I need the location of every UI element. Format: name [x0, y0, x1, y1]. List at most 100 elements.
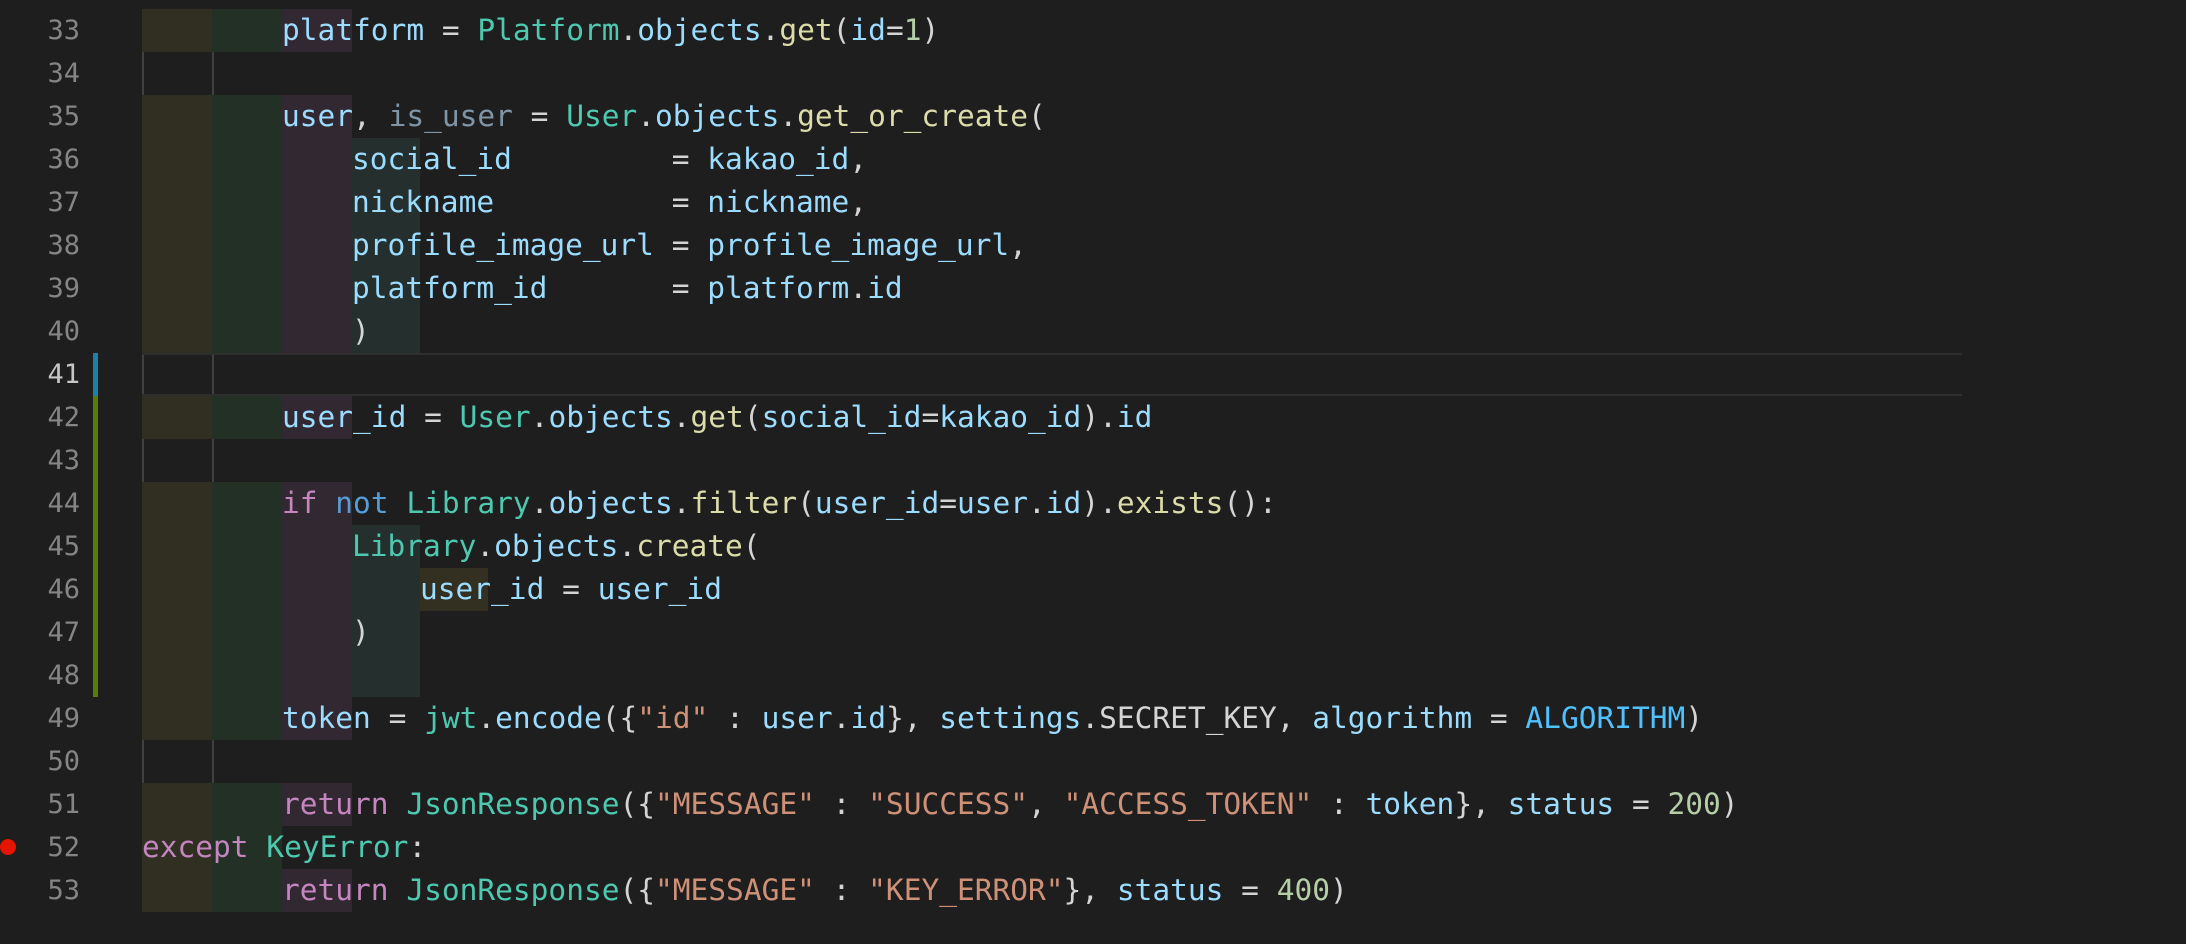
code-token: =	[544, 572, 598, 606]
code-line[interactable]: 41	[0, 353, 2186, 396]
line-number[interactable]: 49	[0, 697, 80, 740]
added-line-marker[interactable]	[93, 482, 98, 525]
code-line[interactable]: 53 return JsonResponse({"MESSAGE" : "KEY_…	[0, 869, 2186, 912]
code-token: algorithm	[1312, 701, 1473, 735]
line-number[interactable]: 50	[0, 740, 80, 783]
code-token: objects	[548, 486, 673, 520]
line-number[interactable]: 37	[0, 181, 80, 224]
line-number[interactable]: 47	[0, 611, 80, 654]
code-text[interactable]: )	[352, 611, 370, 654]
added-line-marker[interactable]	[93, 525, 98, 568]
code-line[interactable]: 34	[0, 52, 2186, 95]
line-number[interactable]: 38	[0, 224, 80, 267]
code-line[interactable]: 33 platform = Platform.objects.get(id=1)	[0, 9, 2186, 52]
code-token: =	[547, 271, 708, 305]
code-text[interactable]: except KeyError:	[142, 826, 426, 869]
line-number[interactable]: 48	[0, 654, 80, 697]
code-line[interactable]: 49 token = jwt.encode({"id" : user.id}, s…	[0, 697, 2186, 740]
code-line[interactable]: 50	[0, 740, 2186, 783]
code-line[interactable]: 36 social_id = kakao_id,	[0, 138, 2186, 181]
line-number[interactable]: 53	[0, 869, 80, 912]
line-number[interactable]: 42	[0, 396, 80, 439]
indent-highlight	[142, 267, 212, 310]
code-token: =	[424, 13, 478, 47]
line-number[interactable]: 35	[0, 95, 80, 138]
code-token: platform_id	[352, 271, 548, 305]
code-text[interactable]: token = jwt.encode({"id" : user.id}, set…	[282, 697, 1703, 740]
indent-highlight	[282, 181, 352, 224]
code-token: 1	[903, 13, 922, 47]
code-text[interactable]: return JsonResponse({"MESSAGE" : "SUCCES…	[282, 783, 1739, 826]
code-line[interactable]: 45 Library.objects.create(	[0, 525, 2186, 568]
modified-line-marker[interactable]	[93, 353, 98, 396]
code-text[interactable]: profile_image_url = profile_image_url,	[352, 224, 1027, 267]
code-token: ,	[1028, 787, 1064, 821]
code-text[interactable]: return JsonResponse({"MESSAGE" : "KEY_ER…	[282, 869, 1348, 912]
code-line[interactable]: 48	[0, 654, 2186, 697]
code-token: nickname	[352, 185, 495, 219]
code-token: encode	[495, 701, 602, 735]
code-line[interactable]: 42 user_id = User.objects.get(social_id=k…	[0, 396, 2186, 439]
code-line[interactable]: 35 user, is_user = User.objects.get_or_cr…	[0, 95, 2186, 138]
code-token: :	[1312, 787, 1366, 821]
indent-highlight	[352, 654, 420, 697]
code-text[interactable]: user_id = user_id	[420, 568, 722, 611]
code-token: (	[1028, 99, 1046, 133]
added-line-marker[interactable]	[93, 654, 98, 697]
code-text[interactable]: )	[352, 310, 370, 353]
code-token: jwt	[424, 701, 478, 735]
line-number[interactable]: 33	[0, 9, 80, 52]
code-token: =	[370, 701, 425, 735]
indent-highlight	[212, 95, 282, 138]
code-text[interactable]: user_id = User.objects.get(social_id=kak…	[282, 396, 1152, 439]
code-line[interactable]: 40)	[0, 310, 2186, 353]
code-token: id	[850, 701, 886, 735]
code-line[interactable]: 52 except KeyError:	[0, 826, 2186, 869]
code-token: },	[1454, 787, 1508, 821]
code-text[interactable]: user, is_user = User.objects.get_or_crea…	[282, 95, 1046, 138]
line-number[interactable]: 34	[0, 52, 80, 95]
line-number[interactable]: 45	[0, 525, 80, 568]
line-number[interactable]: 46	[0, 568, 80, 611]
line-number[interactable]: 39	[0, 267, 80, 310]
code-token: status	[1507, 787, 1615, 821]
code-token: filter	[690, 486, 798, 520]
code-token: ({	[601, 701, 638, 735]
code-line[interactable]: 47)	[0, 611, 2186, 654]
added-line-marker[interactable]	[93, 611, 98, 654]
line-number[interactable]: 36	[0, 138, 80, 181]
line-number[interactable]: 51	[0, 783, 80, 826]
code-text[interactable]: platform = Platform.objects.get(id=1)	[282, 9, 939, 52]
indent-highlight	[212, 482, 282, 525]
code-line[interactable]: 43	[0, 439, 2186, 482]
code-line[interactable]: 46 user_id = user_id	[0, 568, 2186, 611]
line-number[interactable]: 40	[0, 310, 80, 353]
code-line[interactable]: 38 profile_image_url = profile_image_url,	[0, 224, 2186, 267]
code-text[interactable]: nickname = nickname,	[352, 181, 867, 224]
code-token: id	[850, 13, 886, 47]
code-text[interactable]: if not Library.objects.filter(user_id=us…	[282, 482, 1277, 525]
indent-highlight	[212, 138, 282, 181]
code-text[interactable]: social_id = kakao_id,	[352, 138, 867, 181]
code-line[interactable]: 44 if not Library.objects.filter(user_id=…	[0, 482, 2186, 525]
code-line[interactable]: 39 platform_id = platform.id	[0, 267, 2186, 310]
line-number[interactable]: 41	[0, 353, 80, 396]
added-line-marker[interactable]	[93, 568, 98, 611]
code-line[interactable]: 37 nickname = nickname,	[0, 181, 2186, 224]
code-token: 200	[1667, 787, 1721, 821]
added-line-marker[interactable]	[93, 439, 98, 482]
added-line-marker[interactable]	[93, 396, 98, 439]
code-editor[interactable]: 33 platform = Platform.objects.get(id=1) 3…	[0, 0, 2186, 944]
indent-highlight	[282, 310, 352, 353]
code-text[interactable]: Library.objects.create(	[352, 525, 761, 568]
line-number[interactable]: 43	[0, 439, 80, 482]
line-number[interactable]: 52	[0, 826, 80, 869]
indent-highlight	[212, 267, 282, 310]
code-token: .	[619, 13, 638, 47]
code-token: ).	[1081, 486, 1117, 520]
line-number[interactable]: 44	[0, 482, 80, 525]
code-line[interactable]: 51 return JsonResponse({"MESSAGE" : "SUCC…	[0, 783, 2186, 826]
code-token: ,	[1276, 701, 1313, 735]
code-token: User	[566, 99, 638, 133]
code-text[interactable]: platform_id = platform.id	[352, 267, 903, 310]
